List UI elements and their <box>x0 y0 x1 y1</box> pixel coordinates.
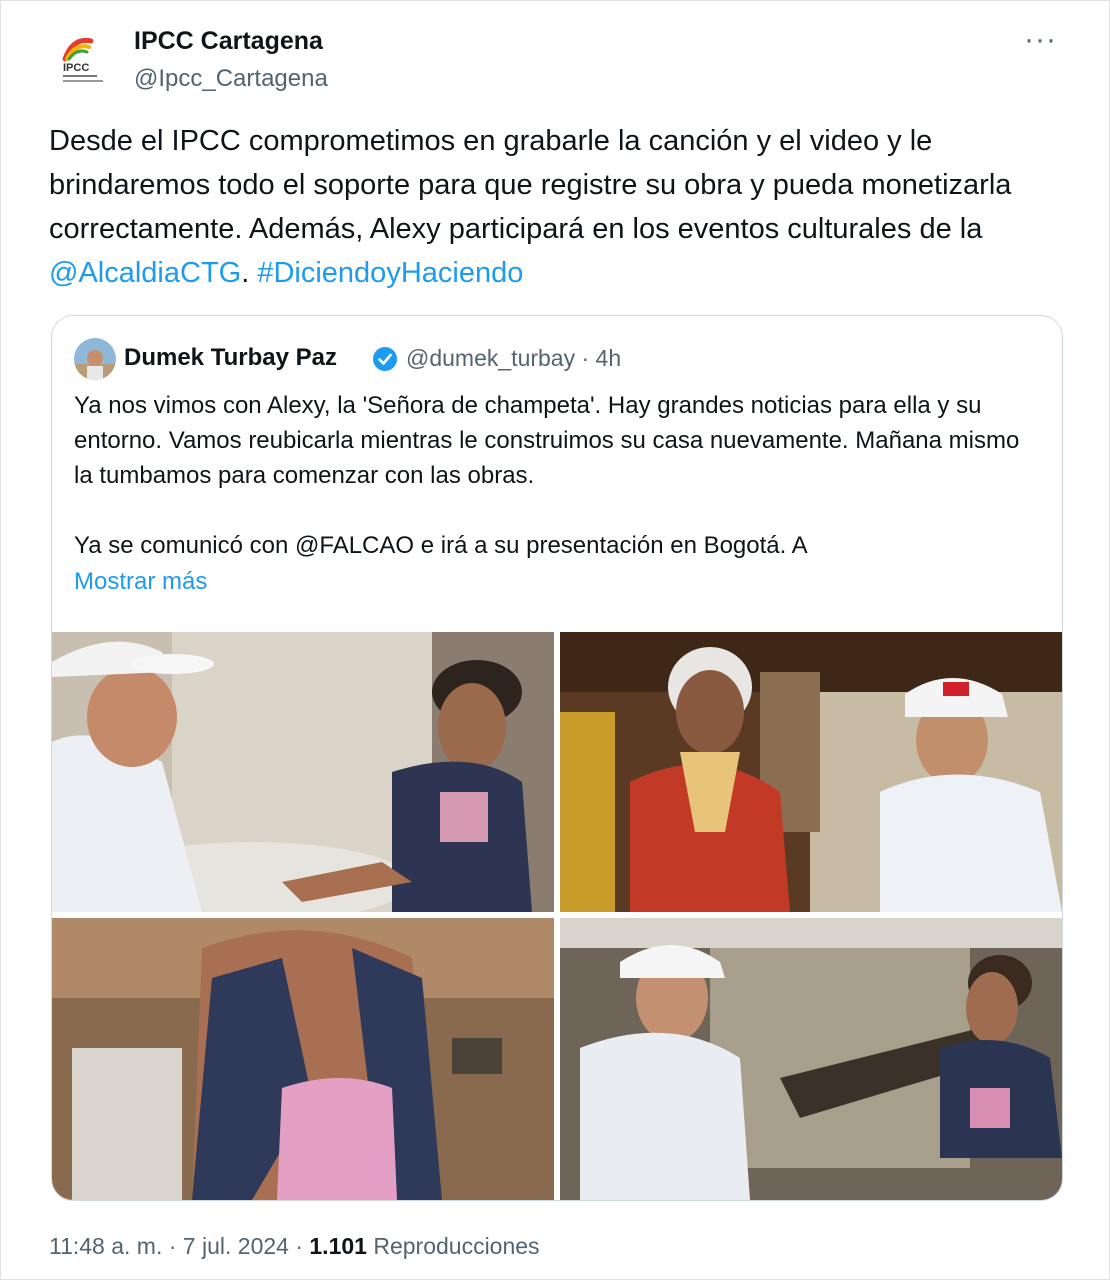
ipcc-logo-text: IPCC <box>63 62 89 74</box>
ipcc-logo-avatar[interactable]: IPCC <box>51 29 117 95</box>
post-timestamp[interactable]: 11:48 a. m. · 7 jul. 2024 · <box>49 1233 309 1259</box>
post-card: IPCC IPCC Cartagena @Ipcc_Cartagena ··· … <box>0 0 1110 1280</box>
quoted-author-avatar[interactable] <box>74 338 116 380</box>
quoted-author-name[interactable]: Dumek Turbay Paz <box>124 344 337 372</box>
author-handle[interactable]: @Ipcc_Cartagena <box>134 65 328 93</box>
more-options-icon[interactable]: ··· <box>1024 23 1057 57</box>
post-text-separator: . <box>241 257 258 289</box>
post-meta: 11:48 a. m. · 7 jul. 2024 · 1.101 Reprod… <box>49 1233 540 1260</box>
verified-badge-icon <box>373 347 397 371</box>
photo-4[interactable] <box>560 918 1062 1200</box>
photo-grid <box>52 632 1062 1200</box>
quoted-paragraph-2: Ya se comunicó con @FALCAO e irá a su pr… <box>74 532 808 559</box>
views-label: Reproducciones <box>366 1233 540 1259</box>
quoted-paragraph-1: Ya nos vimos con Alexy, la 'Señora de ch… <box>74 392 1020 489</box>
post-text: Desde el IPCC comprometimos en grabarle … <box>49 119 1049 295</box>
hashtag-link[interactable]: #DiciendoyHaciendo <box>257 257 523 289</box>
photo-1[interactable] <box>52 632 554 912</box>
quoted-handle-time[interactable]: @dumek_turbay · 4h <box>406 345 621 372</box>
mention-alcaldia-link[interactable]: @AlcaldiaCTG <box>49 257 241 289</box>
quoted-text: Ya nos vimos con Alexy, la 'Señora de ch… <box>74 388 1034 563</box>
post-text-main: Desde el IPCC comprometimos en grabarle … <box>49 125 1012 245</box>
photo-2[interactable] <box>560 632 1062 912</box>
photo-3[interactable] <box>52 918 554 1200</box>
views-count: 1.101 <box>309 1233 367 1259</box>
show-more-link[interactable]: Mostrar más <box>74 568 207 596</box>
author-name[interactable]: IPCC Cartagena <box>134 27 323 56</box>
ipcc-logo-icon: IPCC <box>62 37 103 82</box>
quoted-post[interactable]: Dumek Turbay Paz @dumek_turbay · 4h Ya n… <box>51 315 1063 1201</box>
